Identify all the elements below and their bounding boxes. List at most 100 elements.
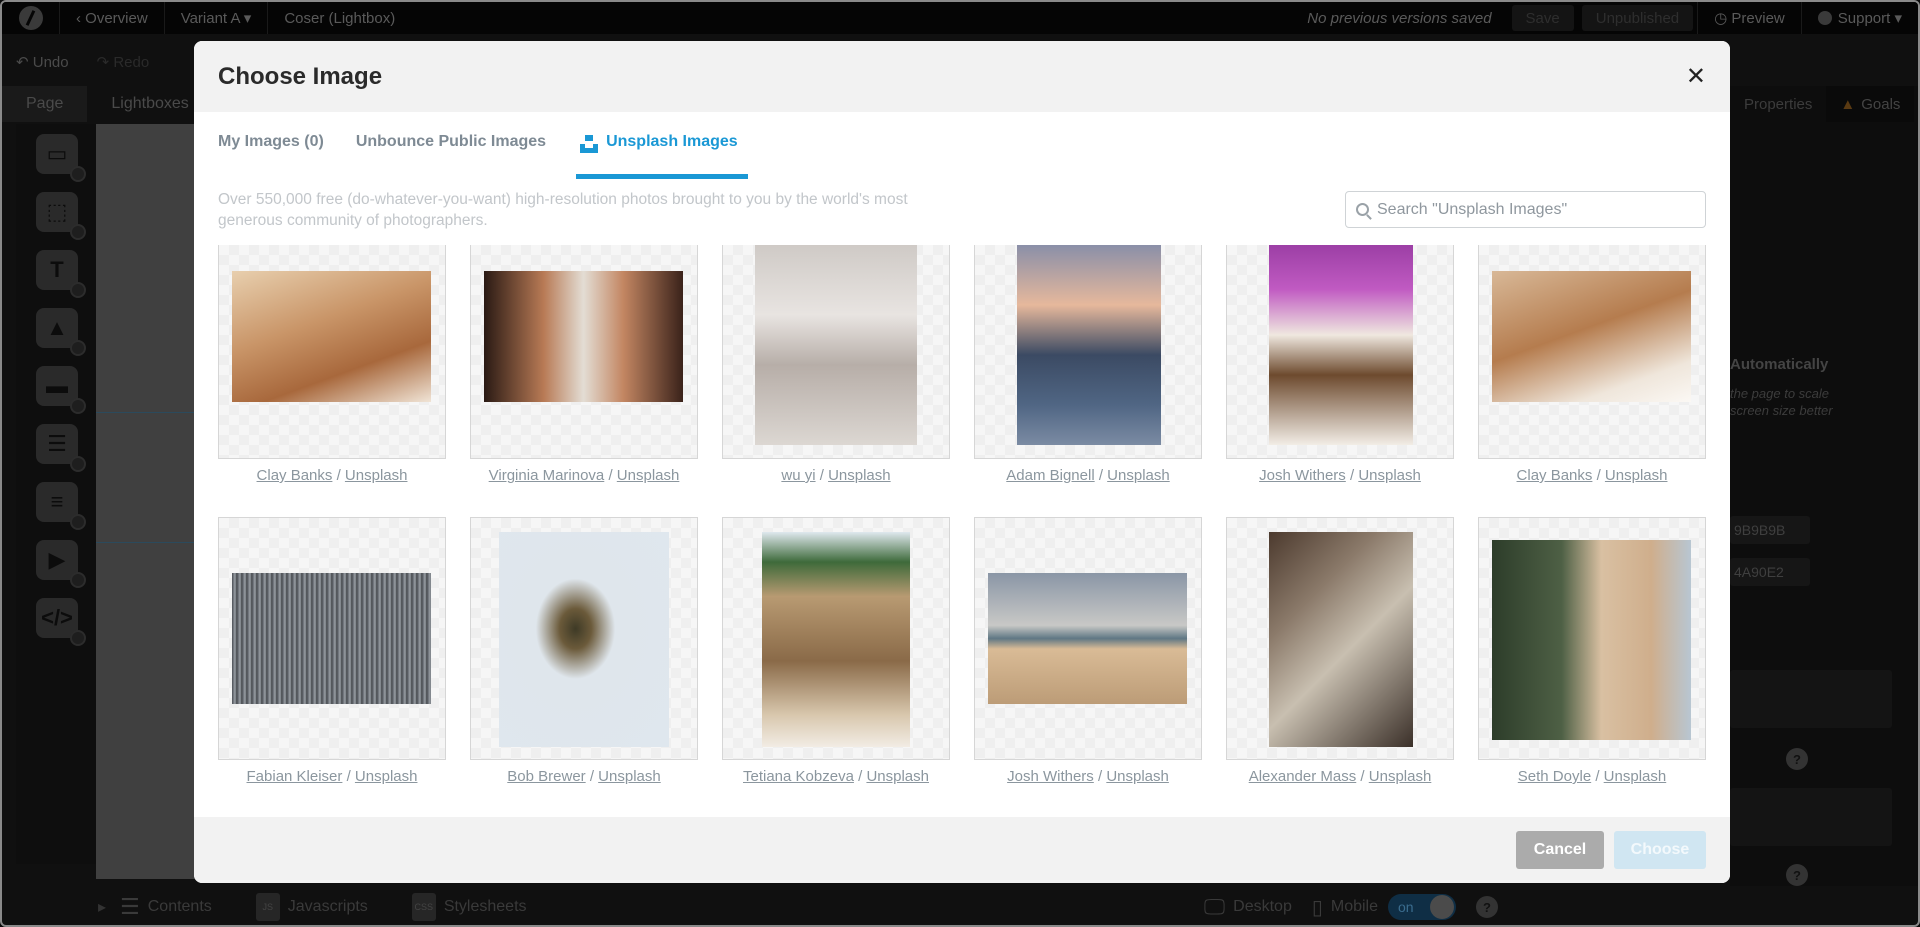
unsplash-link[interactable]: Unsplash [866,768,929,785]
unsplash-link[interactable]: Unsplash [1106,768,1169,785]
credit-separator: / [1591,768,1604,785]
unsplash-link[interactable]: Unsplash [617,467,680,484]
unsplash-link[interactable]: Unsplash [1369,768,1432,785]
author-link[interactable]: Seth Doyle [1518,768,1591,785]
help-icon[interactable]: ? [1786,748,1808,770]
image-card[interactable]: Josh Withers / Unsplash [1226,245,1454,484]
mobile-view-button[interactable]: ▯ Mobile [1312,895,1378,920]
unsplash-link[interactable]: Unsplash [598,768,661,785]
image-thumbnail[interactable] [974,517,1202,760]
help-icon[interactable]: ? [1786,864,1808,886]
button-tool-icon[interactable]: ▬ [36,366,86,414]
search-box[interactable] [1345,191,1706,228]
image-thumbnail[interactable] [1478,517,1706,760]
image-card[interactable]: Clay Banks / Unsplash [1478,245,1706,484]
author-link[interactable]: Josh Withers [1007,768,1094,785]
page-canvas[interactable] [96,124,196,879]
unsplash-link[interactable]: Unsplash [355,768,418,785]
unsplash-description: Over 550,000 free (do-whatever-you-want)… [218,191,908,229]
save-button[interactable]: Save [1511,5,1574,31]
image-card[interactable]: Clay Banks / Unsplash [218,245,446,484]
image-thumbnail[interactable] [470,245,698,459]
unsplash-link[interactable]: Unsplash [828,467,891,484]
code-tool-icon[interactable]: </> [36,598,86,646]
author-link[interactable]: Clay Banks [1517,467,1593,484]
variant-dropdown[interactable]: Variant A ▾ [165,2,269,34]
choose-button[interactable]: Choose [1614,831,1706,869]
image-card[interactable]: wu yi / Unsplash [722,245,950,484]
author-link[interactable]: Bob Brewer [507,768,585,785]
unbounce-logo[interactable] [2,2,60,34]
image-card[interactable]: Tetiana Kobzeva / Unsplash [722,517,950,785]
undo-button[interactable]: ↶ Undo [2,53,83,71]
author-link[interactable]: Tetiana Kobzeva [743,768,854,785]
mobile-toggle[interactable]: on [1388,894,1456,920]
image-thumbnail[interactable] [1226,517,1454,760]
image-card[interactable]: Josh Withers / Unsplash [974,517,1202,785]
image-thumbnail[interactable] [218,517,446,760]
photo [232,573,431,704]
text-tool-icon[interactable]: T [36,250,86,298]
stylesheets-button[interactable]: CSS Stylesheets [411,893,527,921]
support-dropdown[interactable]: Support ▾ [1802,2,1918,34]
tab-goals[interactable]: ▲ Goals [1826,86,1915,122]
form-tool-icon[interactable]: ☰ [36,424,86,472]
color-field[interactable]: 4A90E2 [1730,558,1810,586]
author-link[interactable]: Adam Bignell [1006,467,1094,484]
image-card[interactable]: Adam Bignell / Unsplash [974,245,1202,484]
page-name: Coser (Lightbox) [284,9,396,27]
tab-my-images[interactable]: My Images (0) [218,129,324,171]
color-field[interactable]: 9B9B9B [1730,516,1810,544]
image-thumbnail[interactable] [218,245,446,459]
overview-link[interactable]: ‹ Overview [60,2,165,34]
image-thumbnail[interactable] [470,517,698,760]
image-card[interactable]: Virginia Marinova / Unsplash [470,245,698,484]
unsplash-link[interactable]: Unsplash [1358,467,1421,484]
author-link[interactable]: Virginia Marinova [489,467,605,484]
redo-button[interactable]: ↷ Redo [83,53,164,71]
author-link[interactable]: Alexander Mass [1249,768,1357,785]
photo [1017,245,1161,445]
list-tool-icon[interactable]: ≡ [36,482,86,530]
author-link[interactable]: Josh Withers [1259,467,1346,484]
tab-unsplash-images[interactable]: Unsplash Images [576,129,748,179]
author-link[interactable]: wu yi [781,467,815,484]
image-thumbnail[interactable] [722,245,950,459]
expand-icon[interactable]: ▸ [2,897,120,917]
image-card[interactable]: Fabian Kleiser / Unsplash [218,517,446,785]
tab-page[interactable]: Page [2,86,88,122]
textarea-field[interactable] [1730,670,1892,728]
image-card[interactable]: Seth Doyle / Unsplash [1478,517,1706,785]
image-card[interactable]: Alexander Mass / Unsplash [1226,517,1454,785]
contents-button[interactable]: ☰ Contents [120,894,212,920]
author-link[interactable]: Fabian Kleiser [247,768,343,785]
unsplash-link[interactable]: Unsplash [345,467,408,484]
search-input[interactable] [1377,200,1697,219]
image-thumbnail[interactable] [974,245,1202,459]
unsplash-icon [580,135,599,153]
desktop-view-button[interactable]: 🖵 Desktop [1204,894,1292,920]
video-tool-icon[interactable]: ▶ [36,540,86,588]
close-icon[interactable]: ✕ [1686,64,1706,89]
unsplash-link[interactable]: Unsplash [1604,768,1667,785]
author-link[interactable]: Clay Banks [257,467,333,484]
box-tool-icon[interactable]: ⬚ [36,192,86,240]
cancel-button[interactable]: Cancel [1516,831,1604,869]
unsplash-link[interactable]: Unsplash [1107,467,1170,484]
tab-unbounce-public-images[interactable]: Unbounce Public Images [356,129,546,171]
tab-properties[interactable]: Properties [1730,86,1826,122]
image-thumbnail[interactable] [1226,245,1454,459]
preview-button[interactable]: ◷ Preview [1697,2,1802,34]
publish-button[interactable]: Unpublished [1581,5,1694,31]
image-thumbnail[interactable] [722,517,950,760]
image-tool-icon[interactable]: ▲ [36,308,86,356]
image-thumbnail[interactable] [1478,245,1706,459]
unsplash-link[interactable]: Unsplash [1605,467,1668,484]
textarea-field[interactable] [1730,788,1892,846]
help-icon[interactable]: ? [1476,896,1498,918]
javascripts-button[interactable]: JS Javascripts [255,893,368,921]
section-tool-icon[interactable]: ▭ [36,134,86,182]
photo-credit: Clay Banks / Unsplash [1478,467,1706,484]
stylesheets-label: Stylesheets [443,898,527,915]
image-card[interactable]: Bob Brewer / Unsplash [470,517,698,785]
